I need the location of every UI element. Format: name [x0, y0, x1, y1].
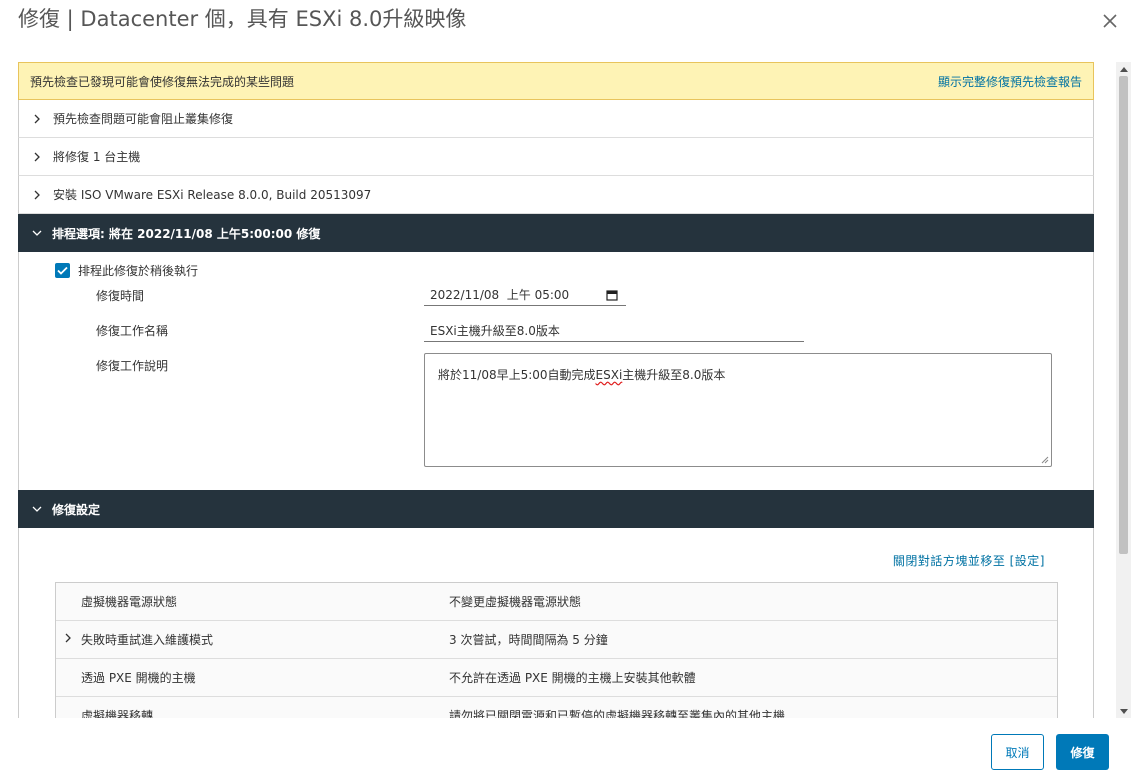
chevron-right-icon: [33, 114, 45, 124]
section-precheck-issues[interactable]: 預先檢查問題可能會阻止叢集修復: [18, 100, 1094, 138]
task-description-textarea[interactable]: 將於11/08早上5:00自動完成ESXi主機升級至8.0版本: [424, 353, 1052, 467]
description-text: 將於11/08早上5:00自動完成: [438, 368, 596, 382]
remediate-button[interactable]: 修復: [1056, 734, 1109, 770]
setting-label-cell: 失敗時重試進入維護模式: [56, 631, 449, 648]
scroll-up-icon[interactable]: [1116, 62, 1131, 76]
task-description-label: 修復工作說明: [96, 359, 169, 373]
schedule-later-label: 排程此修復於稍後執行: [78, 264, 199, 278]
setting-value: 3 次嘗試，時間間隔為 5 分鐘: [449, 633, 608, 647]
precheck-warning-banner: 預先檢查已發現可能會使修復無法完成的某些問題 顯示完整修復預先檢查報告: [18, 62, 1094, 100]
setting-label: 透過 PXE 開機的主機: [81, 671, 196, 685]
chevron-down-icon: [32, 505, 44, 513]
task-name-label: 修復工作名稱: [96, 324, 169, 338]
chevron-right-icon[interactable]: [64, 632, 72, 646]
remediation-time-input[interactable]: 2022/11/08 上午 05:00: [424, 284, 626, 306]
section-hosts[interactable]: 將修復 1 台主機: [18, 138, 1094, 176]
calendar-icon[interactable]: [606, 289, 618, 301]
close-button[interactable]: [1097, 8, 1123, 34]
setting-value: 不變更虛擬機器電源狀態: [449, 595, 582, 609]
setting-label: 失敗時重試進入維護模式: [81, 633, 214, 647]
cancel-button[interactable]: 取消: [991, 734, 1044, 770]
checkmark-icon: [57, 266, 68, 275]
section-schedule-options[interactable]: 排程選項: 將在 2022/11/08 上午5:00:00 修復: [18, 214, 1094, 252]
table-row[interactable]: 失敗時重試進入維護模式 3 次嘗試，時間間隔為 5 分鐘: [56, 621, 1057, 659]
section-label: 將修復 1 台主機: [53, 150, 141, 164]
description-text-misspelled: ESXi: [595, 368, 623, 382]
scroll-down-icon[interactable]: [1116, 704, 1131, 718]
task-name-input[interactable]: ESXi主機升級至8.0版本: [424, 320, 804, 342]
settings-panel: 關閉對話方塊並移至 [設定] 虛擬機器電源狀態 不變更虛擬機器電源狀態 失敗時重…: [18, 528, 1094, 718]
settings-grid: 虛擬機器電源狀態 不變更虛擬機器電源狀態 失敗時重試進入維護模式 3 次嘗試，時…: [55, 582, 1058, 718]
chevron-right-icon: [33, 190, 45, 200]
setting-label: 虛擬機器移轉: [81, 709, 154, 718]
table-row: 透過 PXE 開機的主機 不允許在透過 PXE 開機的主機上安裝其他軟體: [56, 659, 1057, 697]
setting-value: 不允許在透過 PXE 開機的主機上安裝其他軟體: [449, 671, 696, 685]
remediation-time-label: 修復時間: [96, 289, 145, 303]
section-label: 安裝 ISO VMware ESXi Release 8.0.0, Build …: [53, 188, 372, 202]
task-name-value: ESXi主機升級至8.0版本: [430, 324, 560, 338]
description-text-end: 主機升級至8.0版本: [622, 368, 726, 382]
close-icon: [1103, 14, 1117, 28]
section-label: 修復設定: [52, 502, 101, 517]
setting-label: 虛擬機器電源狀態: [81, 595, 178, 609]
show-precheck-report-link[interactable]: 顯示完整修復預先檢查報告: [938, 73, 1082, 90]
chevron-down-icon: [32, 229, 44, 237]
section-remediation-settings[interactable]: 修復設定: [18, 490, 1094, 528]
setting-value: 請勿將已關閉電源和已暫停的虛擬機器移轉至叢集內的其他主機: [449, 709, 786, 718]
resize-handle-icon[interactable]: [1040, 455, 1049, 464]
remediation-time-value: 2022/11/08 上午 05:00: [430, 288, 570, 302]
table-row: 虛擬機器電源狀態 不變更虛擬機器電源狀態: [56, 583, 1057, 621]
chevron-right-icon: [33, 152, 45, 162]
schedule-later-checkbox[interactable]: [55, 263, 70, 278]
warning-message: 預先檢查已發現可能會使修復無法完成的某些問題: [30, 74, 295, 89]
section-install-iso[interactable]: 安裝 ISO VMware ESXi Release 8.0.0, Build …: [18, 176, 1094, 214]
go-to-settings-link[interactable]: 關閉對話方塊並移至 [設定]: [893, 552, 1045, 569]
scrollbar-thumb[interactable]: [1119, 76, 1128, 554]
section-label: 預先檢查問題可能會阻止叢集修復: [53, 112, 234, 126]
dialog-body[interactable]: 預先檢查已發現可能會使修復無法完成的某些問題 顯示完整修復預先檢查報告 預先檢查…: [18, 62, 1116, 718]
dialog-title: 修復 | Datacenter 個，具有 ESXi 8.0升級映像: [18, 7, 467, 31]
schedule-panel: 排程此修復於稍後執行 修復時間 2022/11/08 上午 05:00 修復工作…: [18, 252, 1094, 490]
vertical-scrollbar[interactable]: [1116, 62, 1131, 718]
table-row: 虛擬機器移轉 請勿將已關閉電源和已暫停的虛擬機器移轉至叢集內的其他主機: [56, 697, 1057, 718]
section-label: 排程選項: 將在 2022/11/08 上午5:00:00 修復: [52, 226, 321, 241]
